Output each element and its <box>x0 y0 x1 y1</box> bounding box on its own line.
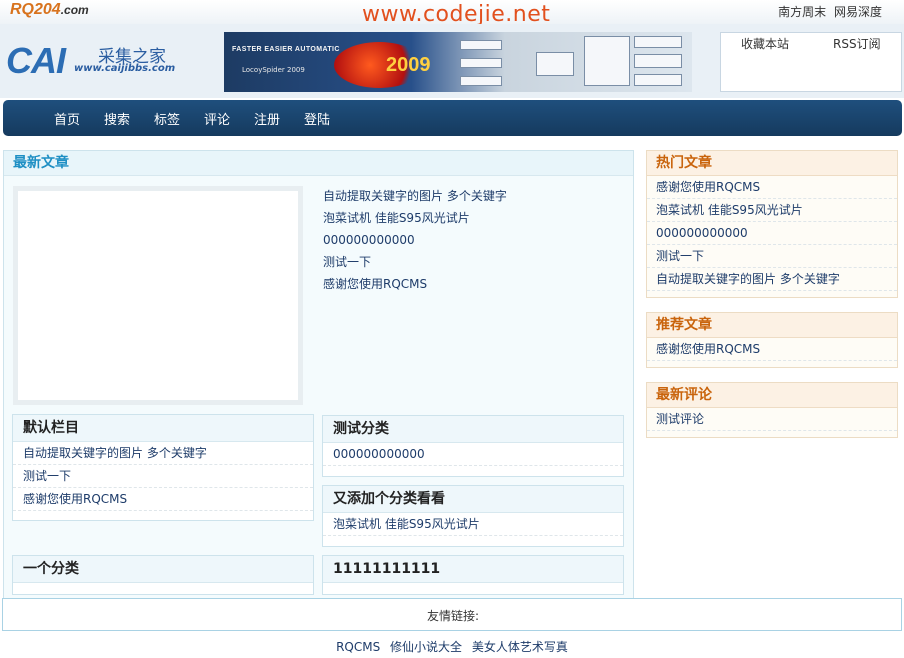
logo-url: www.caijibbs.com <box>74 63 176 74</box>
latest-articles-title: 最新文章 <box>4 151 633 176</box>
latest-item[interactable]: 感谢您使用RQCMS <box>323 273 507 295</box>
top-link-netease[interactable]: 网易深度 <box>834 5 882 19</box>
latest-list: 自动提取关键字的图片 多个关键字 泡菜试机 佳能S95风光试片 00000000… <box>323 185 507 295</box>
comment-item[interactable]: 测试评论 <box>647 408 897 431</box>
banner-flow-box <box>536 52 574 76</box>
main-nav: 首页 搜索 标签 评论 注册 登陆 <box>3 100 902 136</box>
hot-item[interactable]: 泡菜试机 佳能S95风光试片 <box>647 199 897 222</box>
banner-flow-box <box>460 40 502 50</box>
hot-articles-title: 热门文章 <box>647 151 897 176</box>
category-box-default: 默认栏目 自动提取关键字的图片 多个关键字 测试一下 感谢您使用RQCMS <box>12 414 314 521</box>
category-box-added: 又添加个分类看看 泡菜试机 佳能S95风光试片 <box>322 485 624 547</box>
hot-item[interactable]: 感谢您使用RQCMS <box>647 176 897 199</box>
latest-item[interactable]: 测试一下 <box>323 251 507 273</box>
latest-item[interactable]: 自动提取关键字的图片 多个关键字 <box>323 185 507 207</box>
nav-search[interactable]: 搜索 <box>104 109 130 128</box>
nav-tags[interactable]: 标签 <box>154 109 180 128</box>
banner-flow-box <box>634 74 682 86</box>
site-logo[interactable]: CAI 采集之家 www.caijibbs.com <box>6 40 175 82</box>
top-links: 南方周末 网易深度 <box>778 3 882 20</box>
banner-slogan: FASTER EASIER AUTOMATIC <box>232 46 340 53</box>
footer-link[interactable]: RQCMS <box>336 640 380 654</box>
category-item[interactable]: 自动提取关键字的图片 多个关键字 <box>13 442 313 465</box>
nav-register[interactable]: 注册 <box>254 109 280 128</box>
recommended-title: 推荐文章 <box>647 313 897 338</box>
category-title[interactable]: 11111111111 <box>323 556 623 583</box>
banner-ad[interactable]: FASTER EASIER AUTOMATIC LocoySpider 2009… <box>224 32 692 92</box>
banner-product: LocoySpider 2009 <box>242 66 305 74</box>
top-link-nanfang[interactable]: 南方周末 <box>778 5 826 19</box>
site-logo-small[interactable]: RQ204.com <box>10 1 89 19</box>
latest-item[interactable]: 000000000000 <box>323 229 507 251</box>
hot-item[interactable]: 测试一下 <box>647 245 897 268</box>
banner-year: 2009 <box>386 54 431 76</box>
bookmark-box: 收藏本站 RSS订阅 <box>720 32 902 92</box>
footer-links: RQCMS 修仙小说大全 美女人体艺术写真 <box>0 638 904 655</box>
hot-item[interactable]: 自动提取关键字的图片 多个关键字 <box>647 268 897 291</box>
top-strip: RQ204.com www.codejie.net 南方周末 网易深度 <box>0 0 904 27</box>
latest-item[interactable]: 泡菜试机 佳能S95风光试片 <box>323 207 507 229</box>
friend-links-box: 友情链接: <box>2 598 902 631</box>
banner-flow-box <box>460 76 502 86</box>
banner-flow-box <box>460 58 502 68</box>
banner-flow-box <box>634 54 682 68</box>
category-item[interactable]: 000000000000 <box>323 443 623 466</box>
footer-link[interactable]: 美女人体艺术写真 <box>472 640 568 654</box>
friend-links-label: 友情链接: <box>427 609 480 623</box>
logo-cai: CAI <box>6 40 66 81</box>
nav-home[interactable]: 首页 <box>54 109 80 128</box>
category-item[interactable]: 感谢您使用RQCMS <box>13 488 313 511</box>
recommended-panel: 推荐文章 感谢您使用RQCMS <box>646 312 898 368</box>
rss-link[interactable]: RSS订阅 <box>833 35 881 52</box>
recommended-item[interactable]: 感谢您使用RQCMS <box>647 338 897 361</box>
category-title[interactable]: 又添加个分类看看 <box>323 486 623 513</box>
category-box-test: 测试分类 000000000000 <box>322 415 624 477</box>
latest-articles-panel: 最新文章 自动提取关键字的图片 多个关键字 泡菜试机 佳能S95风光试片 000… <box>3 150 634 602</box>
featured-image[interactable] <box>13 186 303 405</box>
latest-comments-panel: 最新评论 测试评论 <box>646 382 898 438</box>
bookmark-link[interactable]: 收藏本站 <box>741 35 789 52</box>
category-title[interactable]: 默认栏目 <box>13 415 313 442</box>
latest-comments-title: 最新评论 <box>647 383 897 408</box>
nav-login[interactable]: 登陆 <box>304 109 330 128</box>
header: CAI 采集之家 www.caijibbs.com FASTER EASIER … <box>0 24 904 98</box>
hot-item[interactable]: 000000000000 <box>647 222 897 245</box>
category-title[interactable]: 测试分类 <box>323 416 623 443</box>
category-box-numbers: 11111111111 <box>322 555 624 595</box>
footer-link[interactable]: 修仙小说大全 <box>390 640 462 654</box>
nav-comments[interactable]: 评论 <box>204 109 230 128</box>
banner-flow-box <box>634 36 682 48</box>
category-title[interactable]: 一个分类 <box>13 556 313 583</box>
category-item[interactable]: 泡菜试机 佳能S95风光试片 <box>323 513 623 536</box>
banner-flow-box <box>584 36 630 86</box>
category-box-one: 一个分类 <box>12 555 314 595</box>
hot-articles-panel: 热门文章 感谢您使用RQCMS 泡菜试机 佳能S95风光试片 000000000… <box>646 150 898 298</box>
category-item[interactable]: 测试一下 <box>13 465 313 488</box>
